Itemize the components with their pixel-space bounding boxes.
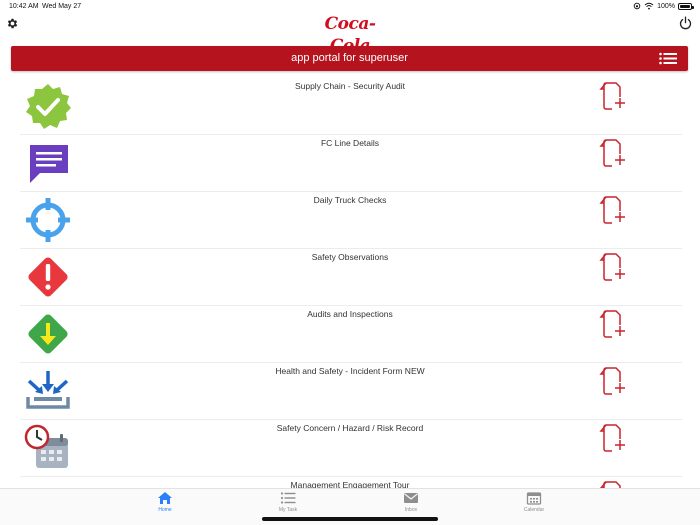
add-form-button[interactable]: [598, 195, 628, 225]
tab-inbox[interactable]: Inbox: [371, 491, 451, 517]
add-document-icon: [600, 481, 621, 488]
download-arrow-icon: [24, 310, 72, 358]
verified-badge-icon: [24, 82, 72, 130]
home-icon: [158, 492, 172, 504]
menu-button[interactable]: [659, 52, 677, 65]
list-item[interactable]: Health and Safety - Incident Form NEW: [20, 363, 682, 420]
tab-inbox-label: Inbox: [404, 507, 418, 513]
tab-home[interactable]: Home: [125, 491, 205, 517]
home-indicator[interactable]: [262, 517, 438, 521]
item-label: FC Line Details: [320, 138, 380, 148]
list-item[interactable]: Daily Truck Checks: [20, 192, 682, 249]
gear-icon: [7, 18, 18, 29]
clock-calendar-icon: [24, 424, 72, 472]
tour-icon: [24, 481, 72, 488]
add-document-icon: [599, 424, 625, 452]
add-form-button[interactable]: [598, 81, 628, 111]
list-item[interactable]: Management Engagement Tour: [20, 477, 682, 488]
calendar-icon: [526, 492, 542, 505]
item-label: Health and Safety - Incident Form NEW: [275, 366, 425, 376]
item-label: Management Engagement Tour: [290, 480, 410, 488]
tab-home-label: Home: [158, 507, 172, 513]
item-label: Supply Chain - Security Audit: [294, 81, 406, 91]
crosshair-icon: [24, 196, 72, 244]
add-document-icon: [599, 253, 625, 281]
mail-icon: [404, 493, 418, 503]
add-form-button[interactable]: [598, 309, 628, 339]
list-menu-icon: [659, 52, 677, 65]
list-icon: [280, 492, 296, 504]
settings-button[interactable]: [6, 17, 19, 30]
status-indicators: 100%: [633, 2, 694, 10]
battery-icon: [678, 2, 694, 10]
message-icon: [24, 139, 72, 187]
tab-my-task-label: My Task: [278, 507, 298, 513]
top-bar: Coca-Cola: [0, 12, 700, 56]
item-label: Daily Truck Checks: [313, 195, 387, 205]
item-label: Safety Concern / Hazard / Risk Record: [276, 423, 424, 433]
item-label: Safety Observations: [311, 252, 389, 262]
power-icon: [679, 16, 692, 30]
status-date: Wed May 27: [42, 3, 82, 10]
add-document-icon: [599, 82, 625, 110]
list-item[interactable]: Audits and Inspections: [20, 306, 682, 363]
brand-logo: Coca-Cola: [324, 14, 376, 56]
inbox-arrows-icon: [24, 367, 72, 415]
add-document-icon: [599, 196, 625, 224]
portal-header: app portal for superuser: [11, 46, 688, 71]
battery-percent: 100%: [657, 2, 675, 10]
add-form-button[interactable]: [598, 138, 628, 168]
add-document-icon: [599, 367, 625, 395]
add-form-button[interactable]: [598, 252, 628, 282]
item-label: Audits and Inspections: [307, 309, 393, 319]
add-document-icon: [599, 139, 625, 167]
warning-icon: [24, 253, 72, 301]
list-item[interactable]: FC Line Details: [20, 135, 682, 192]
tab-my-task[interactable]: My Task: [248, 491, 328, 517]
add-form-button[interactable]: [598, 366, 628, 396]
wifi-icon: [644, 2, 654, 10]
logout-button[interactable]: [679, 16, 692, 30]
orientation-lock-icon: [633, 2, 641, 10]
list-item[interactable]: Supply Chain - Security Audit: [20, 78, 682, 135]
add-form-button[interactable]: [598, 423, 628, 453]
form-list[interactable]: Supply Chain - Security Audit FC Line De…: [0, 78, 700, 488]
status-time: 10:42 AM: [9, 3, 39, 10]
list-item[interactable]: Safety Concern / Hazard / Risk Record: [20, 420, 682, 477]
tab-calendar-label: Calendar: [523, 507, 545, 513]
tab-calendar[interactable]: Calendar: [494, 491, 574, 517]
add-form-button[interactable]: [598, 480, 628, 488]
page-title: app portal for superuser: [291, 52, 408, 64]
add-document-icon: [599, 310, 625, 338]
list-item[interactable]: Safety Observations: [20, 249, 682, 306]
